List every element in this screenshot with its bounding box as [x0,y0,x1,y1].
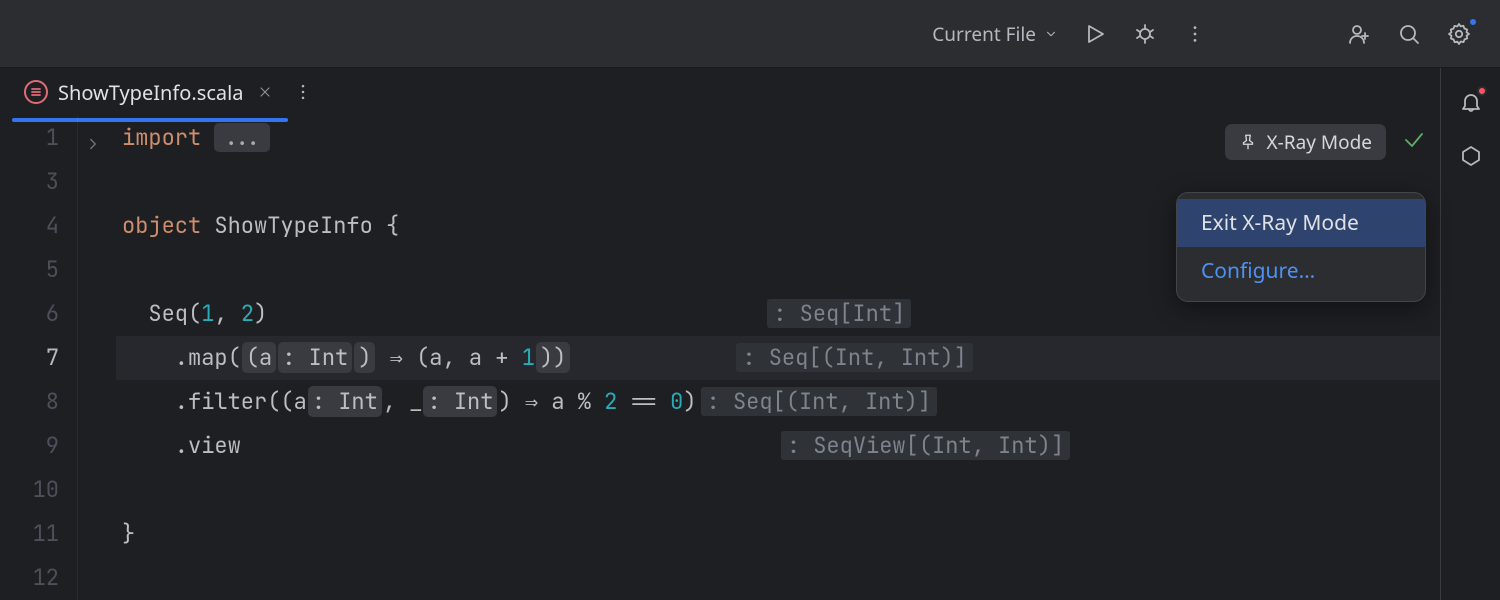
number: 1 [201,299,214,328]
identifier: ShowTypeInfo [214,211,372,240]
punct: ( [188,299,201,328]
type-hint: : SeqView[(Int, Int)] [781,431,1070,460]
code-line: .filter((a: Int, _: Int) ⇒ a % 2 == 0): … [116,380,1440,424]
folded-region[interactable]: ... [214,123,270,152]
line-number: 1 [0,116,59,160]
hexagon-icon [1459,144,1483,168]
popup-configure[interactable]: Configure… [1177,247,1425,295]
add-user-icon [1347,22,1371,46]
code-line [116,556,1440,600]
ai-assistant-button[interactable] [1449,134,1493,178]
number: 0 [670,387,683,416]
param-hint: (a [242,342,276,373]
code-line [116,468,1440,512]
fold-column [78,116,116,600]
editor-tab[interactable]: ShowTypeInfo.scala [16,73,284,112]
number: 1 [522,343,535,372]
line-number: 10 [0,468,59,512]
inspections-ok-icon[interactable] [1402,128,1426,157]
tab-filename: ShowTypeInfo.scala [58,79,244,106]
code-area[interactable]: import ... object ShowTypeInfo { Seq(1 , … [116,116,1440,600]
keyword: object [122,211,201,240]
run-config-label: Current File [932,21,1036,47]
settings-update-dot-icon [1468,17,1478,27]
tab-close-button[interactable] [254,81,276,103]
xray-mode-label: X-Ray Mode [1267,129,1373,155]
identifier: (a [280,387,306,416]
line-number: 9 [0,424,59,468]
punct: ⇒ [376,343,416,372]
xray-popup: Exit X-Ray Mode Configure… [1176,192,1426,302]
type-hint: : Seq[Int] [767,299,911,328]
identifier: Seq [148,299,188,328]
punct: ) [683,387,696,416]
param-hint: : Int [423,386,497,417]
code-line: .view : SeqView[(Int, Int)] [116,424,1440,468]
identifier: (a, a + [416,343,522,372]
line-number: 4 [0,204,59,248]
code-editor[interactable]: 1 3 4 5 6 7 8 9 10 11 12 [0,116,1440,600]
identifier: .map( [122,343,241,372]
pin-icon [1239,133,1257,151]
vertical-dots-icon [293,82,313,102]
gutter: 1 3 4 5 6 7 8 9 10 11 12 [0,116,78,600]
fold-toggle[interactable] [84,124,102,168]
code-line: .map((a: Int) ⇒ (a, a + 1)) : Seq[(Int, I… [116,336,1440,380]
xray-mode-pill[interactable]: X-Ray Mode [1225,124,1387,160]
search-everywhere-button[interactable] [1386,11,1432,57]
chevron-down-icon [1044,27,1058,41]
param-hint: : Int [308,386,382,417]
run-config-selector[interactable]: Current File [922,15,1068,53]
identifier: a % [551,387,604,416]
right-tool-rail [1440,68,1500,600]
punct: { [373,211,399,240]
vertical-dots-icon [1184,23,1206,45]
popup-exit-xray[interactable]: Exit X-Ray Mode [1177,199,1425,247]
gear-icon [1447,22,1471,46]
line-number: 11 [0,512,59,556]
play-icon [1083,22,1107,46]
more-actions-button[interactable] [1172,11,1218,57]
punct: ⇒ [512,387,552,416]
punct: } [122,519,135,548]
search-icon [1397,22,1421,46]
bug-icon [1133,22,1157,46]
line-number: 12 [0,556,59,600]
punct: , _ [383,387,423,416]
number: 2 [604,387,617,416]
line-number: 6 [0,292,59,336]
type-hint: : Seq[(Int, Int)] [701,387,937,416]
code-with-me-button[interactable] [1336,11,1382,57]
identifier: .filter( [122,387,280,416]
punct: ) [498,387,511,416]
main-toolbar: Current File [0,0,1500,68]
notification-dot-icon [1477,86,1487,96]
number: 2 [241,299,254,328]
punct: ) [254,299,267,328]
scala-file-icon [24,80,48,104]
line-number: 7 [0,336,59,380]
run-button[interactable] [1072,11,1118,57]
param-hint: : Int [278,342,352,373]
param-hint: )) [536,342,570,373]
debug-button[interactable] [1122,11,1168,57]
notifications-button[interactable] [1449,80,1493,124]
close-icon [258,85,272,99]
identifier: .view [122,431,241,460]
punct: , [214,299,240,328]
param-hint: ) [354,342,375,373]
line-number: 5 [0,248,59,292]
chevron-right-icon [84,135,102,153]
line-number: 3 [0,160,59,204]
editor-inspections-widget: X-Ray Mode [1225,124,1427,160]
editor-tab-bar: ShowTypeInfo.scala [0,68,1440,116]
punct: == [617,387,670,416]
settings-button[interactable] [1436,11,1482,57]
tab-more-button[interactable] [284,73,322,111]
keyword: import [122,123,201,152]
type-hint: : Seq[(Int, Int)] [736,343,972,372]
code-line: } [116,512,1440,556]
line-number: 8 [0,380,59,424]
